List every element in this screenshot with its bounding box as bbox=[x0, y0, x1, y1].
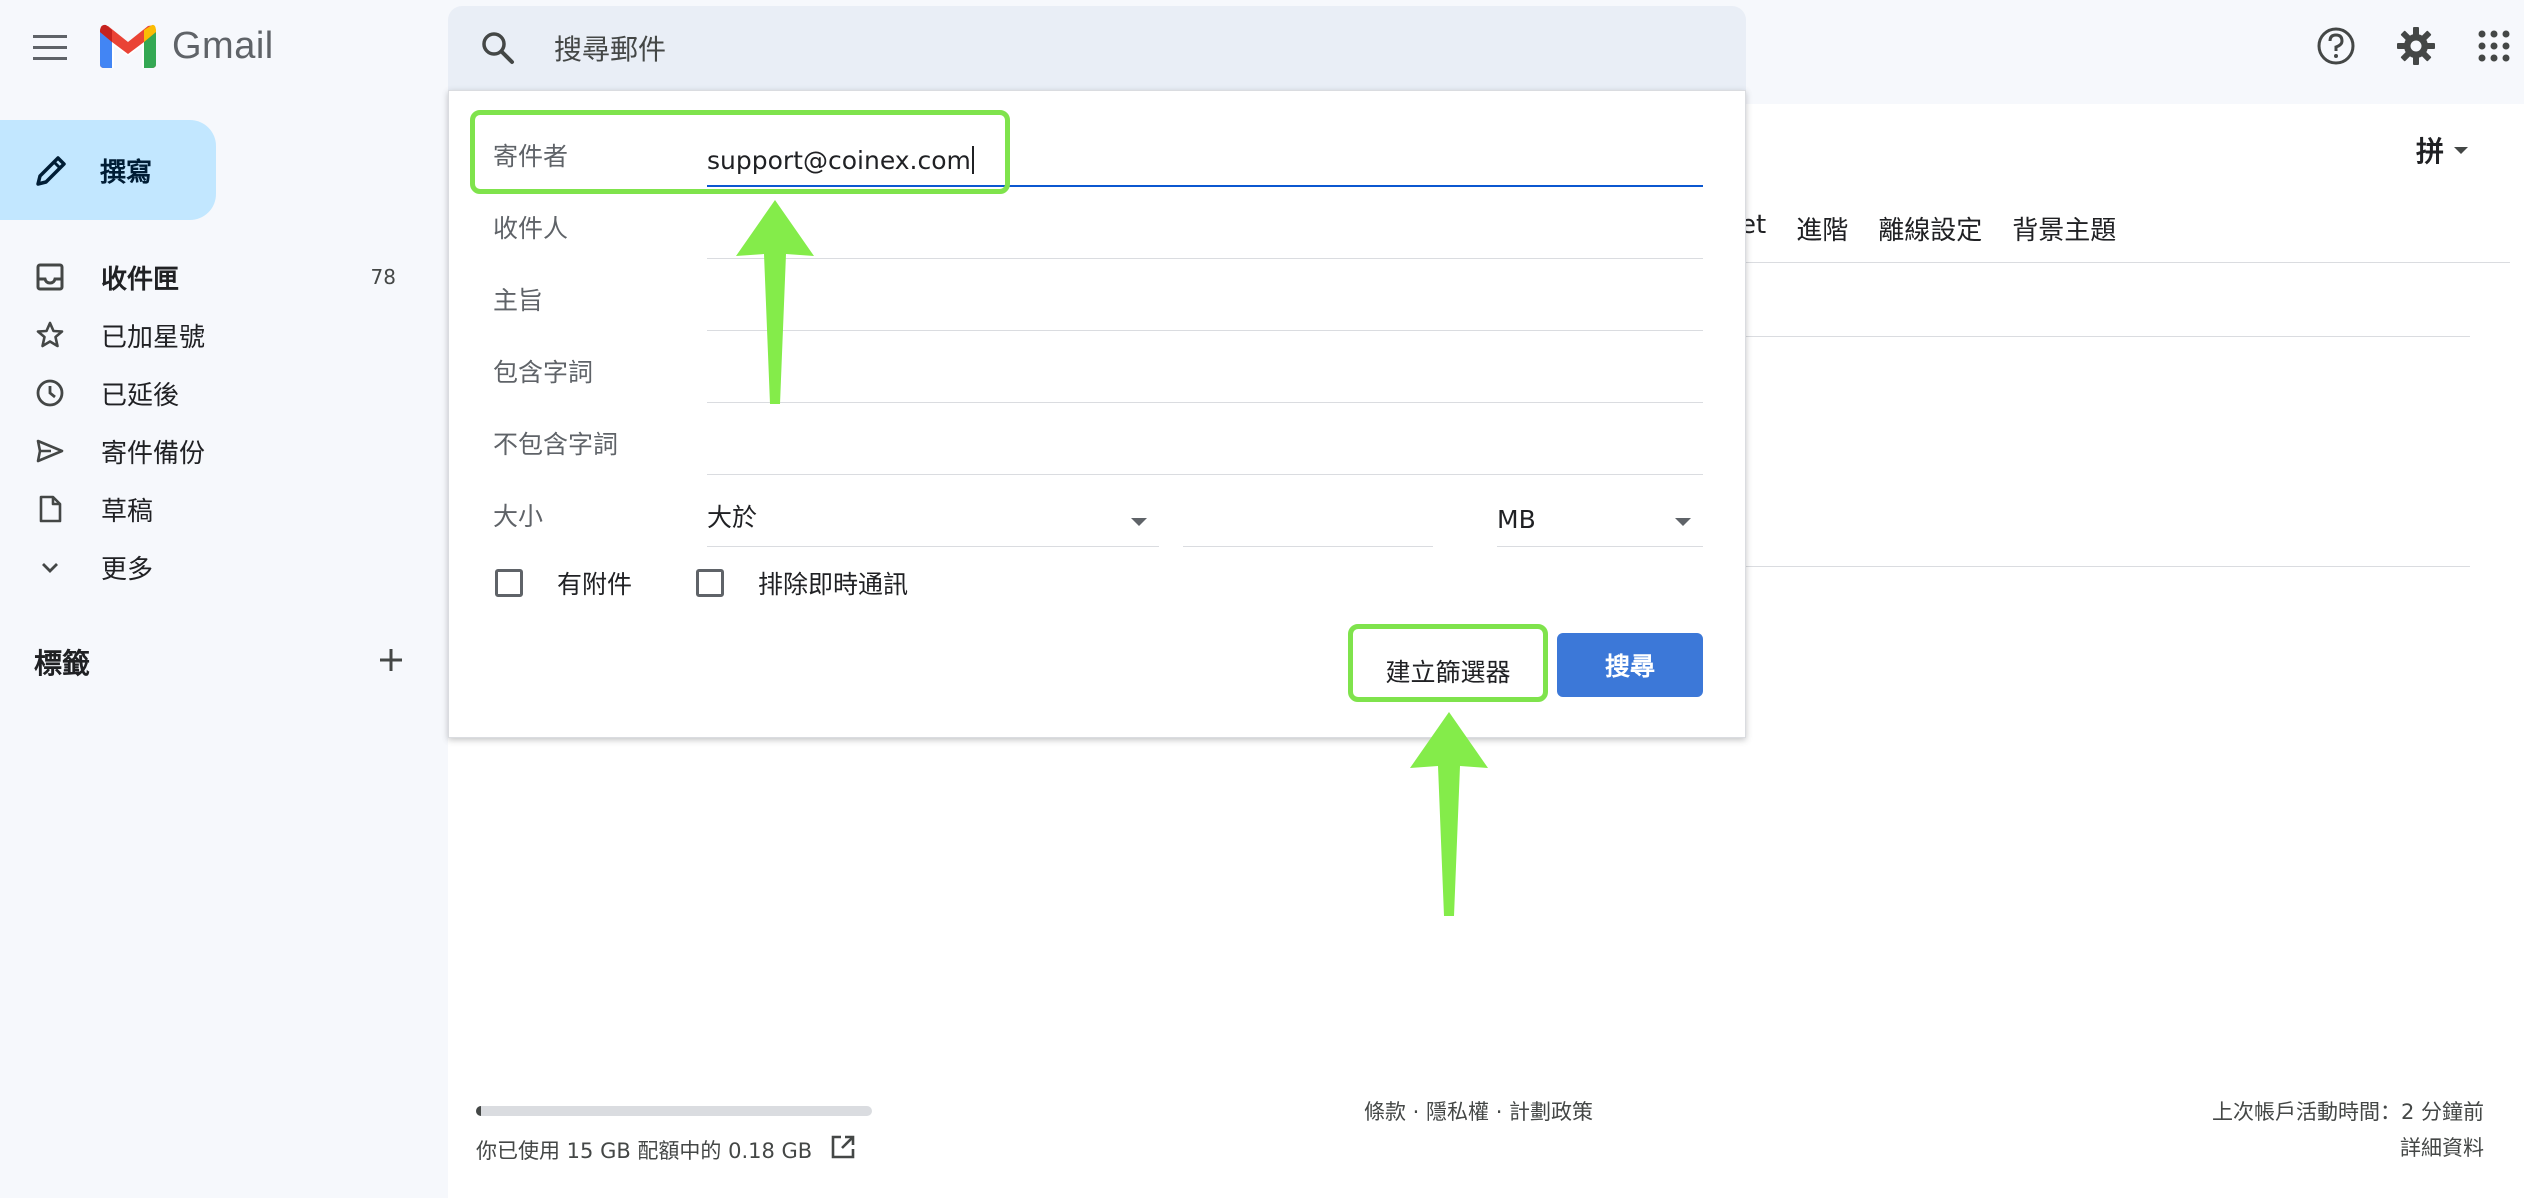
dropdown-arrow-icon bbox=[1131, 518, 1147, 526]
text-caret bbox=[971, 146, 974, 174]
storage-usage-bar bbox=[476, 1106, 872, 1116]
size-unit-select[interactable]: MB bbox=[1497, 499, 1703, 547]
inbox-icon bbox=[34, 261, 66, 293]
compose-button[interactable]: 撰寫 bbox=[0, 120, 216, 220]
from-label: 寄件者 bbox=[493, 142, 569, 171]
size-unit-value: MB bbox=[1497, 505, 1536, 534]
to-input[interactable] bbox=[707, 245, 1703, 259]
to-label: 收件人 bbox=[493, 214, 569, 243]
menu-icon bbox=[33, 35, 67, 60]
dropdown-arrow-icon bbox=[1675, 518, 1691, 526]
size-operator-value: 大於 bbox=[707, 503, 758, 532]
help-button[interactable] bbox=[2314, 24, 2358, 68]
size-label: 大小 bbox=[493, 502, 544, 531]
input-tools-label: 拼 bbox=[2416, 135, 2445, 168]
gear-icon bbox=[2397, 27, 2435, 65]
storage-usage-text: 你已使用 15 GB 配額中的 0.18 GB bbox=[476, 1138, 813, 1163]
clock-icon bbox=[34, 377, 66, 409]
footer-policy-links[interactable]: 條款 · 隱私權 · 計劃政策 bbox=[1364, 1096, 1593, 1126]
content-divider bbox=[1746, 566, 2470, 567]
create-filter-button[interactable]: 建立篩選器 bbox=[1351, 639, 1545, 703]
main-menu-button[interactable] bbox=[30, 28, 70, 68]
to-field-row: 收件人 bbox=[493, 187, 1703, 259]
storage-usage: 你已使用 15 GB 配額中的 0.18 GB bbox=[476, 1134, 856, 1165]
send-icon bbox=[34, 435, 66, 467]
tabs-divider bbox=[1746, 262, 2510, 263]
sidebar-item-sent[interactable]: 寄件備份 bbox=[0, 422, 440, 480]
search-icon[interactable] bbox=[478, 28, 518, 68]
apps-grid-icon bbox=[2478, 30, 2510, 62]
options-row: 有附件 排除即時通訊 bbox=[495, 565, 908, 601]
has-words-field-row: 包含字詞 bbox=[493, 331, 1703, 403]
from-input-value: support@coinex.com bbox=[707, 146, 971, 175]
size-operator-select[interactable]: 大於 bbox=[707, 499, 1159, 547]
help-icon bbox=[2317, 27, 2355, 65]
has-words-label: 包含字詞 bbox=[493, 358, 594, 387]
plus-icon bbox=[380, 649, 402, 671]
labels-section-header: 標籤 bbox=[34, 642, 404, 682]
activity-details-link[interactable]: 詳細資料 bbox=[2400, 1132, 2484, 1162]
unread-count: 78 bbox=[370, 265, 396, 289]
size-value-input[interactable] bbox=[1183, 499, 1433, 547]
settings-tabs: et 進階 離線設定 背景主題 bbox=[1740, 210, 2116, 247]
last-account-activity: 上次帳戶活動時間：2 分鐘前 bbox=[2211, 1100, 2484, 1124]
subject-input[interactable] bbox=[707, 317, 1703, 331]
add-label-button[interactable] bbox=[378, 647, 404, 677]
apps-button[interactable] bbox=[2472, 24, 2516, 68]
tab-themes[interactable]: 背景主題 bbox=[2012, 210, 2116, 247]
subject-label: 主旨 bbox=[493, 286, 544, 315]
sidebar-item-snoozed[interactable]: 已延後 bbox=[0, 364, 440, 422]
has-words-input[interactable] bbox=[707, 389, 1703, 403]
search-button[interactable]: 搜尋 bbox=[1557, 633, 1703, 697]
sidebar-item-drafts[interactable]: 草稿 bbox=[0, 480, 440, 538]
has-attachment-checkbox[interactable] bbox=[495, 569, 523, 597]
content-divider bbox=[1746, 336, 2470, 337]
sidebar-item-label: 草稿 bbox=[101, 496, 154, 527]
from-field-row: 寄件者 support@coinex.com bbox=[493, 115, 1703, 187]
not-words-field-row: 不包含字詞 bbox=[493, 403, 1703, 475]
sidebar-item-inbox[interactable]: 收件匣 78 bbox=[0, 248, 440, 306]
settings-button[interactable] bbox=[2394, 24, 2438, 68]
labels-title: 標籤 bbox=[34, 647, 91, 680]
sidebar-item-more[interactable]: 更多 bbox=[0, 538, 440, 596]
advanced-search-dialog: 寄件者 support@coinex.com 收件人 主旨 包含字詞 不包含字詞… bbox=[448, 90, 1746, 738]
gmail-wordmark: Gmail bbox=[172, 24, 274, 67]
sidebar-nav: 收件匣 78 已加星號 已延後 寄件備份 草稿 更多 bbox=[0, 248, 440, 596]
search-input[interactable]: 搜尋郵件 bbox=[554, 28, 666, 68]
caret-down-icon bbox=[2454, 146, 2469, 154]
storage-usage-fill bbox=[476, 1106, 481, 1116]
search-bar[interactable]: 搜尋郵件 bbox=[448, 6, 1746, 90]
gmail-logo[interactable]: Gmail bbox=[100, 24, 274, 68]
external-link-icon[interactable] bbox=[830, 1134, 856, 1165]
sidebar-item-starred[interactable]: 已加星號 bbox=[0, 306, 440, 364]
exclude-chats-label: 排除即時通訊 bbox=[758, 570, 909, 599]
from-input[interactable]: support@coinex.com bbox=[707, 146, 974, 175]
pencil-icon bbox=[36, 156, 66, 186]
not-words-input[interactable] bbox=[707, 461, 1703, 475]
exclude-chats-checkbox[interactable] bbox=[696, 569, 725, 597]
gmail-m-icon bbox=[100, 24, 156, 68]
star-icon bbox=[34, 319, 66, 351]
tab-offline[interactable]: 離線設定 bbox=[1878, 210, 1982, 247]
sidebar-item-label: 更多 bbox=[101, 554, 154, 585]
tab-advanced[interactable]: 進階 bbox=[1796, 210, 1848, 247]
subject-field-row: 主旨 bbox=[493, 259, 1703, 331]
chevron-down-icon bbox=[34, 551, 66, 583]
has-attachment-label: 有附件 bbox=[557, 570, 633, 599]
compose-label: 撰寫 bbox=[100, 157, 153, 188]
size-field-row: 大小 大於 MB bbox=[493, 475, 1703, 547]
sidebar-item-label: 收件匣 bbox=[101, 264, 180, 295]
not-words-label: 不包含字詞 bbox=[493, 430, 619, 459]
input-tools-button[interactable]: 拼 bbox=[2416, 130, 2469, 170]
sidebar-item-label: 寄件備份 bbox=[101, 438, 206, 469]
sidebar-item-label: 已延後 bbox=[101, 380, 180, 411]
draft-icon bbox=[34, 493, 66, 525]
sidebar-item-label: 已加星號 bbox=[101, 322, 206, 353]
